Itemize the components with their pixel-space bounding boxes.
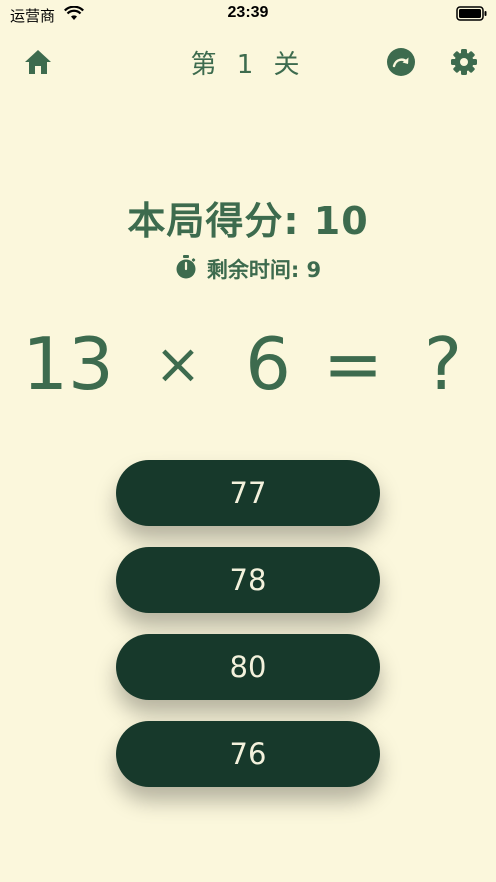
equation: 13 × 6 = ? (0, 322, 496, 406)
unknown-mark: ? (423, 322, 463, 406)
operand-b: 6 (245, 322, 291, 406)
battery-icon (456, 6, 488, 25)
operand-a: 13 (22, 322, 114, 406)
answer-button-1[interactable]: 77 (116, 460, 380, 526)
settings-button[interactable] (446, 46, 482, 82)
operator: × (154, 331, 202, 397)
answer-button-2[interactable]: 78 (116, 547, 380, 613)
refresh-button[interactable] (383, 46, 419, 82)
equals-sign: = (322, 322, 384, 406)
clock: 23:39 (227, 4, 269, 21)
timer-label: 剩余时间: 9 (206, 258, 322, 282)
level-title: 第 1 关 (190, 50, 306, 80)
answer-button-3[interactable]: 80 (116, 634, 380, 700)
gear-icon (450, 48, 478, 80)
score-label: 本局得分: 10 (127, 199, 369, 243)
stopwatch-icon (175, 254, 197, 284)
timer-row: 剩余时间: 9 (0, 254, 496, 284)
answer-button-4[interactable]: 76 (116, 721, 380, 787)
refresh-icon (386, 47, 416, 81)
status-bar: 运营商 23:39 (0, 0, 496, 30)
